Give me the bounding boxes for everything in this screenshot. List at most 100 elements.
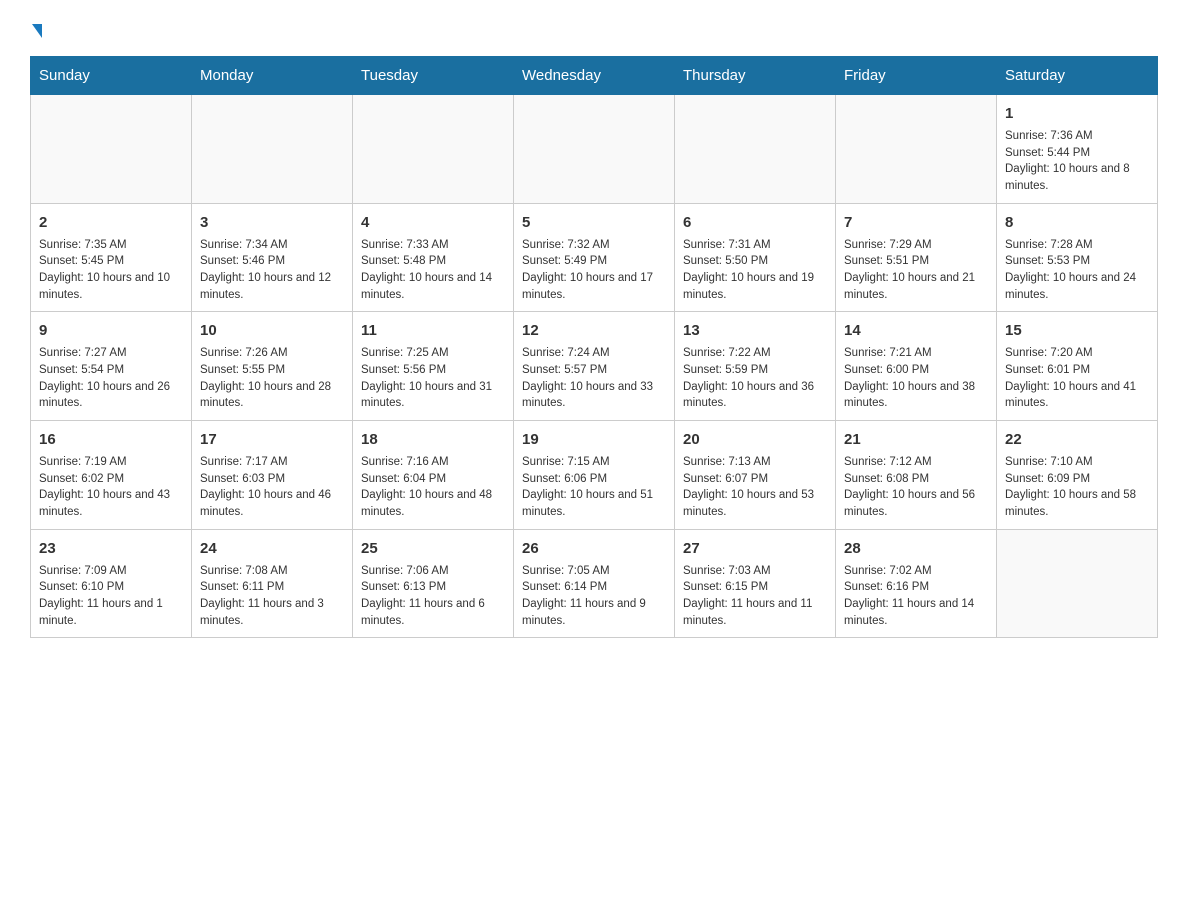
calendar-day-cell: 16 Sunrise: 7:19 AM Sunset: 6:02 PM Dayli… [31,421,192,530]
calendar-day-cell: 3 Sunrise: 7:34 AM Sunset: 5:46 PM Daylig… [192,203,353,312]
day-header-wednesday: Wednesday [514,57,675,95]
day-number: 21 [844,429,988,450]
day-info: Sunrise: 7:32 AM Sunset: 5:49 PM Dayligh… [522,237,666,304]
calendar-week-row: 9Sunrise: 7:27 AM Sunset: 5:54 PM Daylig… [31,312,1158,421]
day-info: Sunrise: 7:12 AM Sunset: 6:08 PM Dayligh… [844,454,988,521]
day-info: Sunrise: 7:35 AM Sunset: 5:45 PM Dayligh… [39,237,183,304]
calendar-day-cell: 8 Sunrise: 7:28 AM Sunset: 5:53 PM Daylig… [997,203,1158,312]
day-number: 14 [844,320,988,341]
calendar-day-cell [997,529,1158,638]
calendar-day-cell: 17Sunrise: 7:17 AM Sunset: 6:03 PM Dayli… [192,421,353,530]
day-info: Sunrise: 7:34 AM Sunset: 5:46 PM Dayligh… [200,237,344,304]
calendar-day-cell [353,95,514,204]
day-number: 22 [1005,429,1149,450]
calendar-day-cell: 13 Sunrise: 7:22 AM Sunset: 5:59 PM Dayli… [675,312,836,421]
day-number: 3 [200,212,344,233]
day-header-tuesday: Tuesday [353,57,514,95]
calendar-day-cell: 4 Sunrise: 7:33 AM Sunset: 5:48 PM Daylig… [353,203,514,312]
calendar-day-cell [675,95,836,204]
calendar-day-cell: 5 Sunrise: 7:32 AM Sunset: 5:49 PM Daylig… [514,203,675,312]
day-info: Sunrise: 7:33 AM Sunset: 5:48 PM Dayligh… [361,237,505,304]
day-number: 7 [844,212,988,233]
day-number: 24 [200,538,344,559]
day-info: Sunrise: 7:21 AM Sunset: 6:00 PM Dayligh… [844,345,988,412]
calendar-day-cell: 18Sunrise: 7:16 AM Sunset: 6:04 PM Dayli… [353,421,514,530]
calendar-day-cell: 1Sunrise: 7:36 AM Sunset: 5:44 PM Daylig… [997,95,1158,204]
day-header-friday: Friday [836,57,997,95]
calendar-week-row: 1Sunrise: 7:36 AM Sunset: 5:44 PM Daylig… [31,95,1158,204]
day-info: Sunrise: 7:19 AM Sunset: 6:02 PM Dayligh… [39,454,183,521]
day-info: Sunrise: 7:13 AM Sunset: 6:07 PM Dayligh… [683,454,827,521]
day-number: 13 [683,320,827,341]
day-info: Sunrise: 7:06 AM Sunset: 6:13 PM Dayligh… [361,563,505,630]
calendar-week-row: 2 Sunrise: 7:35 AM Sunset: 5:45 PM Daylig… [31,203,1158,312]
calendar-day-cell: 23 Sunrise: 7:09 AM Sunset: 6:10 PM Dayli… [31,529,192,638]
calendar-table: SundayMondayTuesdayWednesdayThursdayFrid… [30,56,1158,638]
day-info: Sunrise: 7:26 AM Sunset: 5:55 PM Dayligh… [200,345,344,412]
day-info: Sunrise: 7:27 AM Sunset: 5:54 PM Dayligh… [39,345,183,412]
day-info: Sunrise: 7:31 AM Sunset: 5:50 PM Dayligh… [683,237,827,304]
day-header-monday: Monday [192,57,353,95]
calendar-day-cell [514,95,675,204]
day-number: 10 [200,320,344,341]
calendar-body: 1Sunrise: 7:36 AM Sunset: 5:44 PM Daylig… [31,95,1158,638]
day-headers-row: SundayMondayTuesdayWednesdayThursdayFrid… [31,57,1158,95]
calendar-day-cell: 10 Sunrise: 7:26 AM Sunset: 5:55 PM Dayli… [192,312,353,421]
day-info: Sunrise: 7:08 AM Sunset: 6:11 PM Dayligh… [200,563,344,630]
day-info: Sunrise: 7:09 AM Sunset: 6:10 PM Dayligh… [39,563,183,630]
day-info: Sunrise: 7:05 AM Sunset: 6:14 PM Dayligh… [522,563,666,630]
day-number: 4 [361,212,505,233]
calendar-day-cell: 15 Sunrise: 7:20 AM Sunset: 6:01 PM Dayli… [997,312,1158,421]
calendar-day-cell: 28Sunrise: 7:02 AM Sunset: 6:16 PM Dayli… [836,529,997,638]
calendar-day-cell: 27 Sunrise: 7:03 AM Sunset: 6:15 PM Dayli… [675,529,836,638]
day-number: 23 [39,538,183,559]
day-number: 15 [1005,320,1149,341]
day-number: 6 [683,212,827,233]
day-number: 2 [39,212,183,233]
day-number: 16 [39,429,183,450]
page-header [30,20,1158,36]
calendar-day-cell: 2 Sunrise: 7:35 AM Sunset: 5:45 PM Daylig… [31,203,192,312]
day-info: Sunrise: 7:03 AM Sunset: 6:15 PM Dayligh… [683,563,827,630]
day-number: 5 [522,212,666,233]
calendar-day-cell: 21 Sunrise: 7:12 AM Sunset: 6:08 PM Dayli… [836,421,997,530]
calendar-day-cell: 25 Sunrise: 7:06 AM Sunset: 6:13 PM Dayli… [353,529,514,638]
day-number: 27 [683,538,827,559]
calendar-day-cell: 20 Sunrise: 7:13 AM Sunset: 6:07 PM Dayli… [675,421,836,530]
day-header-sunday: Sunday [31,57,192,95]
day-info: Sunrise: 7:36 AM Sunset: 5:44 PM Dayligh… [1005,128,1149,195]
day-number: 25 [361,538,505,559]
day-header-thursday: Thursday [675,57,836,95]
day-number: 8 [1005,212,1149,233]
calendar-day-cell: 12Sunrise: 7:24 AM Sunset: 5:57 PM Dayli… [514,312,675,421]
calendar-header: SundayMondayTuesdayWednesdayThursdayFrid… [31,57,1158,95]
logo [30,20,42,36]
day-number: 20 [683,429,827,450]
day-header-saturday: Saturday [997,57,1158,95]
day-info: Sunrise: 7:02 AM Sunset: 6:16 PM Dayligh… [844,563,988,630]
logo-triangle-icon [32,24,42,38]
calendar-day-cell: 9Sunrise: 7:27 AM Sunset: 5:54 PM Daylig… [31,312,192,421]
calendar-week-row: 16 Sunrise: 7:19 AM Sunset: 6:02 PM Dayli… [31,421,1158,530]
calendar-day-cell: 19Sunrise: 7:15 AM Sunset: 6:06 PM Dayli… [514,421,675,530]
calendar-day-cell: 24 Sunrise: 7:08 AM Sunset: 6:11 PM Dayli… [192,529,353,638]
calendar-day-cell: 22 Sunrise: 7:10 AM Sunset: 6:09 PM Dayli… [997,421,1158,530]
calendar-week-row: 23 Sunrise: 7:09 AM Sunset: 6:10 PM Dayli… [31,529,1158,638]
day-info: Sunrise: 7:10 AM Sunset: 6:09 PM Dayligh… [1005,454,1149,521]
calendar-day-cell: 26Sunrise: 7:05 AM Sunset: 6:14 PM Dayli… [514,529,675,638]
calendar-day-cell [836,95,997,204]
day-info: Sunrise: 7:20 AM Sunset: 6:01 PM Dayligh… [1005,345,1149,412]
day-info: Sunrise: 7:15 AM Sunset: 6:06 PM Dayligh… [522,454,666,521]
day-info: Sunrise: 7:28 AM Sunset: 5:53 PM Dayligh… [1005,237,1149,304]
day-info: Sunrise: 7:29 AM Sunset: 5:51 PM Dayligh… [844,237,988,304]
calendar-day-cell: 7 Sunrise: 7:29 AM Sunset: 5:51 PM Daylig… [836,203,997,312]
day-info: Sunrise: 7:17 AM Sunset: 6:03 PM Dayligh… [200,454,344,521]
calendar-day-cell [31,95,192,204]
day-info: Sunrise: 7:25 AM Sunset: 5:56 PM Dayligh… [361,345,505,412]
day-number: 11 [361,320,505,341]
day-info: Sunrise: 7:22 AM Sunset: 5:59 PM Dayligh… [683,345,827,412]
calendar-day-cell: 6 Sunrise: 7:31 AM Sunset: 5:50 PM Daylig… [675,203,836,312]
calendar-day-cell: 11 Sunrise: 7:25 AM Sunset: 5:56 PM Dayli… [353,312,514,421]
day-number: 12 [522,320,666,341]
calendar-day-cell: 14 Sunrise: 7:21 AM Sunset: 6:00 PM Dayli… [836,312,997,421]
